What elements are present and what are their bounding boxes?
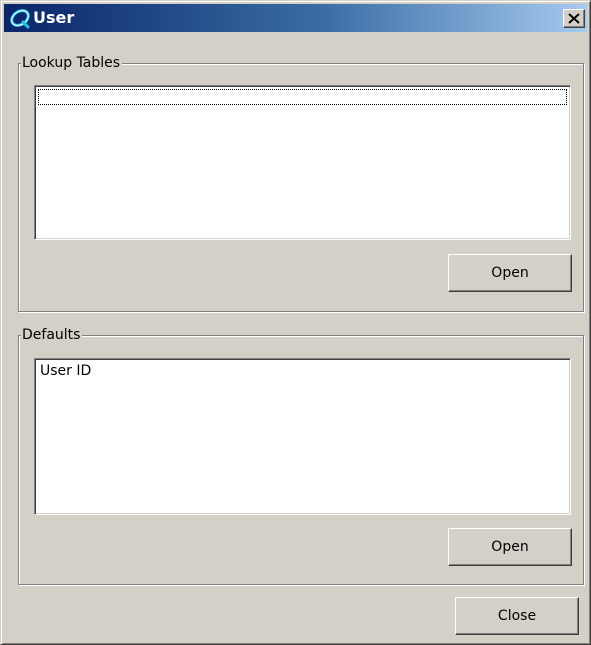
title-bar[interactable]: User xyxy=(4,4,587,32)
lookup-tables-label: Lookup Tables xyxy=(21,54,123,72)
lookup-tables-open-button[interactable]: Open xyxy=(448,254,572,292)
list-item[interactable]: User ID xyxy=(40,362,91,380)
window-title: User xyxy=(33,8,75,27)
defaults-open-button[interactable]: Open xyxy=(448,528,572,566)
lookup-tables-group: Lookup Tables Open xyxy=(18,54,584,312)
defaults-group: Defaults User ID Open xyxy=(18,326,584,585)
lookup-tables-list[interactable] xyxy=(34,85,571,240)
defaults-label: Defaults xyxy=(21,326,83,344)
close-button[interactable]: Close xyxy=(455,597,579,635)
defaults-list[interactable]: User ID xyxy=(34,358,571,515)
list-focus-row[interactable] xyxy=(38,89,567,105)
close-window-button[interactable] xyxy=(563,9,585,28)
app-logo-icon xyxy=(9,7,31,29)
user-dialog: User Lookup Tables Open Defaults User ID… xyxy=(0,0,591,645)
